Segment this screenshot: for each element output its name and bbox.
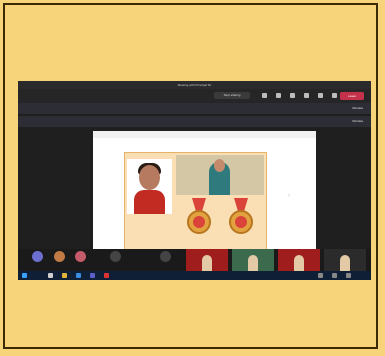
participant-video-tile[interactable] <box>186 249 228 271</box>
teams-icon[interactable] <box>90 273 95 278</box>
shared-screen <box>93 131 316 257</box>
transcription-banner-text <box>18 119 98 123</box>
stop-sharing-button[interactable]: Stop sharing <box>214 92 250 99</box>
participant-video-tile[interactable] <box>324 249 366 271</box>
portrait-image <box>127 159 172 214</box>
volume-icon[interactable] <box>346 273 351 278</box>
presentation-slide <box>124 152 267 251</box>
transcription-banner: Dismiss <box>18 116 371 127</box>
medal-icon-right <box>225 198 257 246</box>
participant-figure <box>294 255 304 271</box>
chat-icon[interactable] <box>262 93 267 98</box>
meeting-window: Meeting with Principal Sir Stop sharing … <box>18 81 371 280</box>
reactions-icon[interactable] <box>290 93 295 98</box>
participant-video-tile[interactable] <box>278 249 320 271</box>
participant-figure <box>340 255 350 271</box>
leave-button[interactable]: Leave <box>340 92 364 100</box>
next-slide-icon[interactable]: › <box>288 193 290 199</box>
participant-avatar[interactable] <box>110 251 121 262</box>
folder-icon[interactable] <box>62 273 67 278</box>
recording-banner: Dismiss <box>18 103 371 114</box>
dismiss-recording-banner[interactable]: Dismiss <box>353 103 364 114</box>
medal-icon-left <box>183 198 215 246</box>
participant-avatar[interactable] <box>32 251 43 262</box>
windows-taskbar <box>18 271 371 280</box>
participant-video-tile[interactable] <box>232 249 274 271</box>
search-icon[interactable] <box>48 273 53 278</box>
tray-icon[interactable] <box>318 273 323 278</box>
participant-avatar[interactable] <box>54 251 65 262</box>
mic-icon[interactable] <box>332 93 337 98</box>
portrait-clothing <box>134 190 165 214</box>
participant-figure <box>202 255 212 271</box>
more-icon[interactable] <box>304 93 309 98</box>
people-icon[interactable] <box>276 93 281 98</box>
portrait-face <box>139 165 160 190</box>
camera-icon[interactable] <box>318 93 323 98</box>
participant-figure <box>248 255 258 271</box>
toolbar-icons <box>262 93 337 98</box>
meeting-toolbar: Stop sharing Leave <box>18 89 371 103</box>
window-title: Meeting with Principal Sir <box>18 81 371 89</box>
app-icon[interactable] <box>104 273 109 278</box>
participant-avatar[interactable] <box>160 251 171 262</box>
shared-screen-bar <box>93 131 316 138</box>
participant-avatar[interactable] <box>75 251 86 262</box>
network-icon[interactable] <box>332 273 337 278</box>
recording-banner-text <box>18 106 78 110</box>
dismiss-transcription-banner[interactable]: Dismiss <box>353 116 364 127</box>
start-icon[interactable] <box>22 273 27 278</box>
browser-icon[interactable] <box>76 273 81 278</box>
speaker-face <box>214 159 225 172</box>
medal-center <box>193 216 205 228</box>
speaker-video <box>176 155 264 195</box>
medal-center <box>235 216 247 228</box>
